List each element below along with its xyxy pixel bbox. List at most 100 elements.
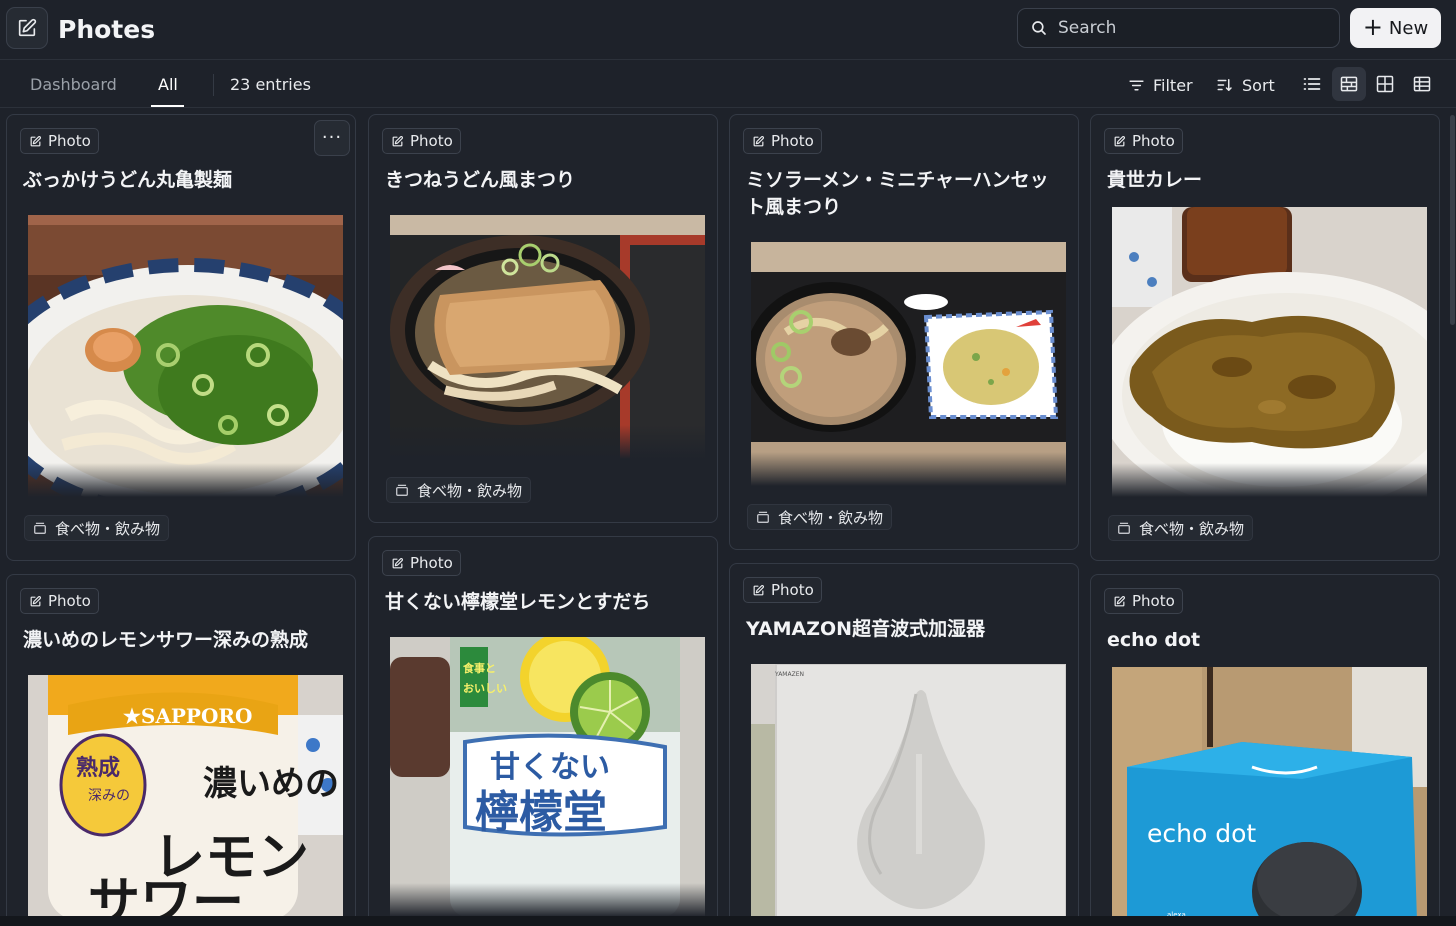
svg-text:檸檬堂: 檸檬堂 <box>475 787 607 838</box>
svg-text:★SAPPORO: ★SAPPORO <box>123 704 252 728</box>
badge-label: Photo <box>771 581 814 599</box>
photo-humidifier-box: YAMAZEN <box>751 664 1066 919</box>
sort-button[interactable]: Sort <box>1216 72 1275 98</box>
tag-label: 食べ物・飲み物 <box>1139 519 1245 538</box>
edit-square-icon <box>1114 135 1126 146</box>
archive-icon <box>1118 522 1130 534</box>
tab-dashboard[interactable]: Dashboard <box>30 75 117 94</box>
archive-icon <box>757 511 769 523</box>
card-title: 濃いめのレモンサワー深みの熟成 <box>23 629 309 651</box>
entry-card[interactable]: Photo 濃いめのレモンサワー深みの熟成 ★SAPPORO 熟成 深みの 濃い… <box>6 574 356 926</box>
svg-text:熟成: 熟成 <box>76 755 120 781</box>
svg-text:食事と: 食事と <box>463 661 496 675</box>
badge-label: Photo <box>48 592 91 610</box>
plus-icon: + <box>1362 13 1383 41</box>
edit-square-icon <box>392 557 404 568</box>
entry-card[interactable]: Photo きつねうどん風まつり 食べ物・飲み物 <box>368 114 718 523</box>
type-badge: Photo <box>1104 128 1183 154</box>
svg-text:YAMAZEN: YAMAZEN <box>774 671 804 678</box>
card-title: きつねうどん風まつり <box>385 169 576 191</box>
type-badge: Photo <box>382 128 461 154</box>
card-title: ミソラーメン・ミニチャーハンセット風まつり <box>746 169 1049 218</box>
active-tab-indicator <box>151 105 184 107</box>
tag-label: 食べ物・飲み物 <box>417 481 523 500</box>
table-view-icon[interactable] <box>1405 67 1439 101</box>
type-badge: Photo <box>1104 588 1183 614</box>
svg-text:甘くない: 甘くない <box>490 750 610 785</box>
filter-icon <box>1129 80 1144 90</box>
entry-card[interactable]: Photo ··· ぶっかけうどん丸亀製麺 食べ物・飲み物 <box>6 114 356 561</box>
svg-text:濃いめの: 濃いめの <box>203 764 339 804</box>
thumb-fade <box>1112 463 1427 497</box>
type-badge: Photo <box>743 577 822 603</box>
type-badge: Photo <box>743 128 822 154</box>
masonry-view-icon[interactable] <box>1332 67 1366 101</box>
search-input[interactable] <box>1058 18 1318 38</box>
entries-count: 23 entries <box>230 75 311 94</box>
type-badge: Photo <box>20 588 99 614</box>
list-view-icon[interactable] <box>1295 67 1329 101</box>
svg-text:echo dot: echo dot <box>1147 819 1256 848</box>
svg-text:深みの: 深みの <box>88 788 130 804</box>
badge-label: Photo <box>410 132 453 150</box>
badge-label: Photo <box>1132 132 1175 150</box>
card-title: 甘くない檸檬堂レモンとすだち <box>385 591 651 613</box>
edit-square-icon <box>392 135 404 146</box>
card-title: 貴世カレー <box>1107 169 1203 191</box>
photo-echo-dot-box: echo dot alexa <box>1112 667 1427 922</box>
sort-label: Sort <box>1242 75 1275 95</box>
photo-lemondo-can: 食事と おいしい 甘くない 檸檬堂 <box>390 637 705 917</box>
new-button[interactable]: + New <box>1350 8 1441 48</box>
badge-label: Photo <box>410 554 453 572</box>
thumb-fade <box>390 425 705 459</box>
tab-all[interactable]: All <box>158 75 178 94</box>
archive-icon <box>396 484 408 496</box>
edit-square-icon <box>1114 595 1126 606</box>
page-bottom-edge <box>0 916 1456 926</box>
entry-card[interactable]: Photo 甘くない檸檬堂レモンとすだち 食事と おいしい 甘くない 檸檬堂 <box>368 536 718 926</box>
entry-card[interactable]: Photo echo dot echo dot alexa <box>1090 574 1440 926</box>
entry-card[interactable]: Photo YAMAZON超音波式加湿器 YAMAZEN <box>729 563 1079 926</box>
svg-text:サワー: サワー <box>88 872 244 920</box>
view-toolbar: Dashboard All 23 entries Filter Sort <box>0 60 1456 108</box>
thumb-fade <box>28 463 343 497</box>
search-icon <box>1032 21 1046 35</box>
edit-square-icon <box>30 135 42 146</box>
category-tag[interactable]: 食べ物・飲み物 <box>747 504 893 530</box>
category-tag[interactable]: 食べ物・飲み物 <box>24 515 170 541</box>
edit-square-icon <box>30 595 42 606</box>
tag-label: 食べ物・飲み物 <box>778 508 884 527</box>
scrollbar[interactable] <box>1450 115 1455 325</box>
toolbar-divider <box>213 74 214 96</box>
archive-icon <box>34 522 46 534</box>
category-tag[interactable]: 食べ物・飲み物 <box>1108 515 1254 541</box>
type-badge: Photo <box>382 550 461 576</box>
entry-card[interactable]: Photo 貴世カレー 食べ物・飲み物 <box>1090 114 1440 561</box>
card-title: echo dot <box>1107 629 1201 651</box>
filter-button[interactable]: Filter <box>1128 72 1193 98</box>
more-options-button[interactable]: ··· <box>314 120 350 156</box>
filter-label: Filter <box>1153 75 1193 95</box>
search-box[interactable] <box>1017 8 1340 48</box>
edit-square-icon <box>753 135 765 146</box>
card-title: YAMAZON超音波式加湿器 <box>746 618 986 640</box>
category-tag[interactable]: 食べ物・飲み物 <box>386 477 532 503</box>
grid-view-icon[interactable] <box>1368 67 1402 101</box>
thumb-fade <box>390 883 705 917</box>
badge-label: Photo <box>1132 592 1175 610</box>
photo-kitsune-udon <box>390 215 705 459</box>
tag-label: 食べ物・飲み物 <box>55 519 161 538</box>
page-title: Photes <box>58 15 156 44</box>
svg-text:おいしい: おいしい <box>463 682 507 695</box>
photo-curry-rice <box>1112 207 1427 497</box>
card-title: ぶっかけうどん丸亀製麺 <box>23 169 233 191</box>
photo-lemon-sour-can: ★SAPPORO 熟成 深みの 濃いめの レモン サワー <box>28 675 343 920</box>
badge-label: Photo <box>48 132 91 150</box>
entry-card[interactable]: Photo ミソラーメン・ミニチャーハンセット風まつり 食べ物・飲み物 <box>729 114 1079 550</box>
edit-square-icon[interactable] <box>6 7 48 49</box>
new-button-label: New <box>1388 17 1429 39</box>
top-bar: Photes + New <box>0 0 1456 60</box>
type-badge: Photo <box>20 128 99 154</box>
thumb-fade <box>751 452 1066 486</box>
photo-udon-bowl <box>28 215 343 497</box>
